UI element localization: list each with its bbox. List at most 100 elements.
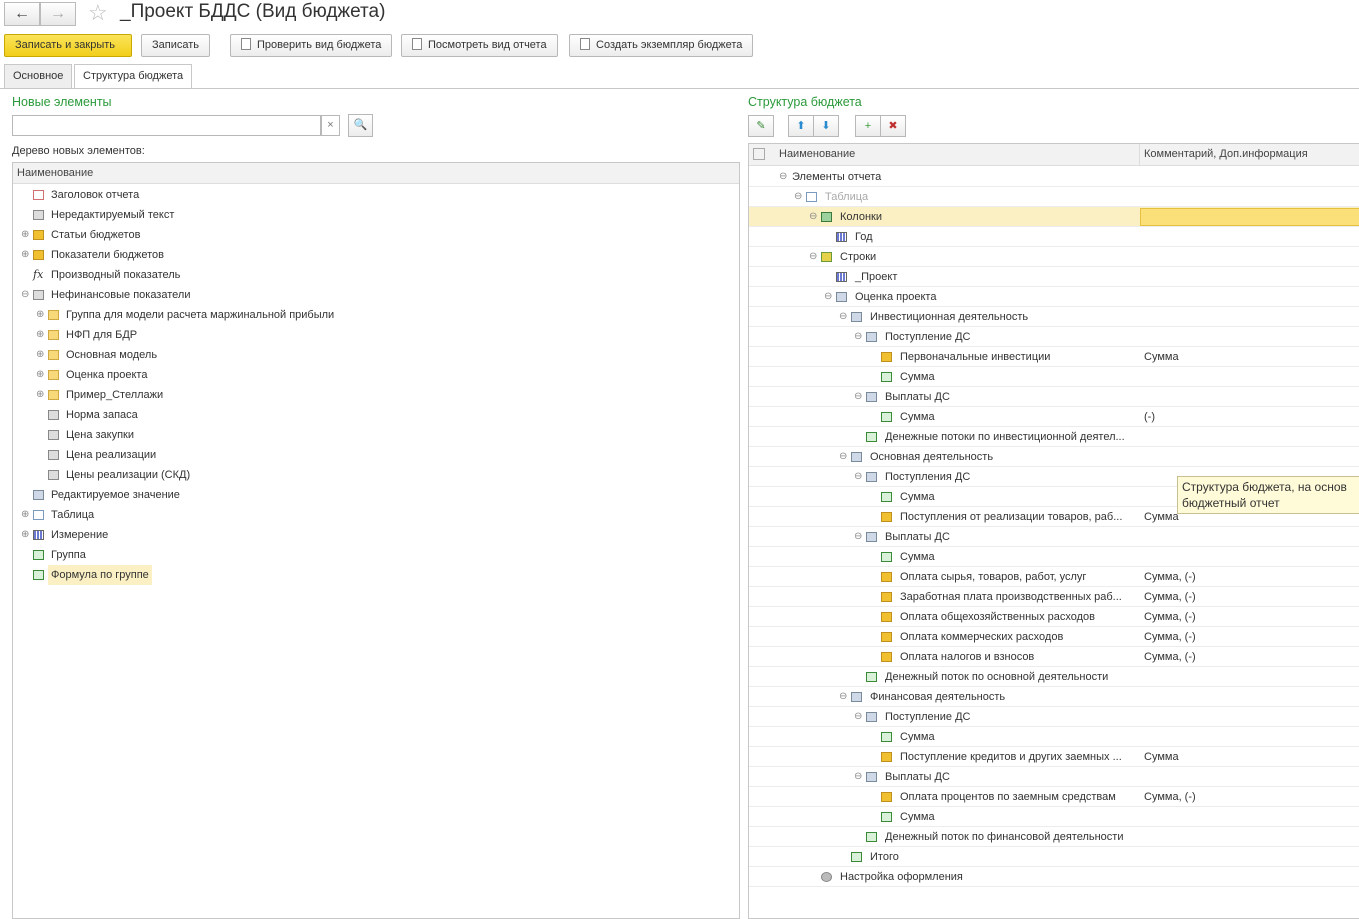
tree-row[interactable]: Заработная плата производственных раб...… <box>749 587 1359 607</box>
tree-row[interactable]: Оплата налогов и взносов Сумма, (-) <box>749 647 1359 667</box>
tree-row[interactable]: Год <box>749 227 1359 247</box>
tree-row[interactable]: Оплата сырья, товаров, работ, услуг Сумма… <box>749 567 1359 587</box>
edit-button[interactable]: ✎ <box>748 115 774 137</box>
collapse-toggle-icon[interactable]: ⊖ <box>854 387 862 407</box>
expand-toggle-icon[interactable]: ⊕ <box>36 365 44 385</box>
filter-icon[interactable] <box>753 148 765 160</box>
tree-row[interactable]: ⊖ Выплаты ДС <box>749 527 1359 547</box>
collapse-toggle-icon[interactable]: ⊖ <box>779 167 787 187</box>
tree-item[interactable]: Норма запаса <box>13 405 739 425</box>
tree-row[interactable]: Оплата общехозяйственных расходов Сумма, … <box>749 607 1359 627</box>
tab-budget-structure[interactable]: Структура бюджета <box>74 64 193 89</box>
tree-row[interactable]: Настройка оформления <box>749 867 1359 887</box>
tree-row[interactable]: ⊖ Оценка проекта <box>749 287 1359 307</box>
tree-item[interactable]: Группа <box>13 545 739 565</box>
expand-toggle-icon[interactable]: ⊖ <box>21 285 29 305</box>
tree-item[interactable]: Нередактируемый текст <box>13 205 739 225</box>
tree-row[interactable]: Сумма <box>749 367 1359 387</box>
collapse-toggle-icon[interactable]: ⊖ <box>839 307 847 327</box>
back-button[interactable]: ← <box>4 2 40 26</box>
text-icon <box>48 470 59 480</box>
collapse-toggle-icon[interactable]: ⊖ <box>839 687 847 707</box>
tree-row[interactable]: ⊖ Выплаты ДС <box>749 767 1359 787</box>
create-instance-button[interactable]: Создать экземпляр бюджета <box>569 34 754 57</box>
move-down-button[interactable]: ⬇ <box>813 115 839 137</box>
tree-row[interactable]: ⊖ Инвестиционная деятельность <box>749 307 1359 327</box>
tree-row[interactable]: Сумма <box>749 727 1359 747</box>
tree-item[interactable]: ⊕ Группа для модели расчета маржинальной … <box>13 305 739 325</box>
save-and-close-button[interactable]: Записать и закрыть <box>4 34 132 57</box>
tree-item[interactable]: ⊕ Статьи бюджетов <box>13 225 739 245</box>
collapse-toggle-icon[interactable]: ⊖ <box>809 247 817 267</box>
check-budget-view-button[interactable]: Проверить вид бюджета <box>230 34 393 57</box>
expand-toggle-icon[interactable]: ⊕ <box>36 325 44 345</box>
tree-item[interactable]: ⊕ Основная модель <box>13 345 739 365</box>
tree-row[interactable]: ⊖ Строки <box>749 247 1359 267</box>
delete-element-button[interactable]: ✖ <box>880 115 906 137</box>
tree-row[interactable]: Денежные потоки по инвестиционной деятел… <box>749 427 1359 447</box>
collapse-toggle-icon[interactable]: ⊖ <box>794 187 802 207</box>
comment-cell-edit[interactable] <box>1140 208 1359 226</box>
tab-main[interactable]: Основное <box>4 64 73 88</box>
tree-item[interactable]: Цена закупки <box>13 425 739 445</box>
tree-item[interactable]: ⊕ Измерение <box>13 525 739 545</box>
tree-item[interactable]: Заголовок отчета <box>13 185 739 205</box>
tree-item[interactable]: ⊖ Нефинансовые показатели <box>13 285 739 305</box>
tree-row[interactable]: ⊖ Основная деятельность <box>749 447 1359 467</box>
collapse-toggle-icon[interactable]: ⊖ <box>854 327 862 347</box>
tree-row[interactable]: ⊖ Финансовая деятельность <box>749 687 1359 707</box>
tree-row[interactable]: Оплата процентов по заемным средствам Сум… <box>749 787 1359 807</box>
collapse-toggle-icon[interactable]: ⊖ <box>824 287 832 307</box>
tree-row[interactable]: ⊖ Колонки <box>749 207 1359 227</box>
tree-item[interactable]: ⊕ Показатели бюджетов <box>13 245 739 265</box>
collapse-toggle-icon[interactable]: ⊖ <box>854 767 862 787</box>
tree-row[interactable]: Оплата коммерческих расходов Сумма, (-) <box>749 627 1359 647</box>
tree-item[interactable]: ⊕ Оценка проекта <box>13 365 739 385</box>
expand-toggle-icon[interactable]: ⊕ <box>21 505 29 525</box>
save-button[interactable]: Записать <box>141 34 211 57</box>
tree-row[interactable]: Итого <box>749 847 1359 867</box>
collapse-toggle-icon[interactable]: ⊖ <box>809 207 817 227</box>
tree-item[interactable]: Формула по группе <box>13 565 739 585</box>
tree-row[interactable]: ⊖ Элементы отчета <box>749 167 1359 187</box>
favorite-star-icon[interactable]: ☆ <box>88 0 108 26</box>
search-input[interactable] <box>12 115 321 136</box>
tree-row[interactable]: Сумма <box>749 547 1359 567</box>
expand-toggle-icon[interactable]: ⊕ <box>21 245 29 265</box>
tree-row[interactable]: ⊖ Поступление ДС <box>749 327 1359 347</box>
tree-row[interactable]: Денежный поток по основной деятельности <box>749 667 1359 687</box>
view-report-button[interactable]: Посмотреть вид отчета <box>401 34 558 57</box>
tree-item[interactable]: ⊕ Таблица <box>13 505 739 525</box>
collapse-toggle-icon[interactable]: ⊖ <box>854 707 862 727</box>
tree-item[interactable]: ⊕ Пример_Стеллажи <box>13 385 739 405</box>
tree-row[interactable]: ⊖ Выплаты ДС <box>749 387 1359 407</box>
tree-row[interactable]: Поступление кредитов и других заемных ..… <box>749 747 1359 767</box>
tree-row[interactable]: Сумма (-) <box>749 407 1359 427</box>
tree-row[interactable]: Первоначальные инвестиции Сумма <box>749 347 1359 367</box>
tree-item[interactable]: fx Производный показатель <box>13 265 739 285</box>
tree-row[interactable]: Денежный поток по финансовой деятельност… <box>749 827 1359 847</box>
tree-item[interactable]: ⊕ НФП для БДР <box>13 325 739 345</box>
expand-toggle-icon[interactable]: ⊕ <box>36 385 44 405</box>
move-up-button[interactable]: ⬆ <box>788 115 814 137</box>
budget-structure-tree[interactable]: Наименование Комментарий, Доп.информация… <box>748 143 1359 919</box>
expand-toggle-icon[interactable]: ⊕ <box>21 225 29 245</box>
expand-toggle-icon[interactable]: ⊕ <box>21 525 29 545</box>
tree-row[interactable]: _Проект <box>749 267 1359 287</box>
tree-item[interactable]: Цены реализации (СКД) <box>13 465 739 485</box>
expand-toggle-icon[interactable]: ⊕ <box>36 305 44 325</box>
tree-row[interactable]: Сумма <box>749 807 1359 827</box>
collapse-toggle-icon[interactable]: ⊖ <box>854 527 862 547</box>
forward-button[interactable]: → <box>40 2 76 26</box>
new-elements-tree[interactable]: Наименование Заголовок отчета Нередактиру… <box>12 162 740 919</box>
collapse-toggle-icon[interactable]: ⊖ <box>839 447 847 467</box>
clear-search-button[interactable]: × <box>321 115 340 136</box>
tree-row[interactable]: ⊖ Поступление ДС <box>749 707 1359 727</box>
add-element-button[interactable]: + <box>855 115 881 137</box>
collapse-toggle-icon[interactable]: ⊖ <box>854 467 862 487</box>
tree-item[interactable]: Цена реализации <box>13 445 739 465</box>
tree-item[interactable]: Редактируемое значение <box>13 485 739 505</box>
tree-row[interactable]: ⊖ Таблица <box>749 187 1359 207</box>
expand-toggle-icon[interactable]: ⊕ <box>36 345 44 365</box>
search-button[interactable]: 🔍 <box>348 114 373 137</box>
